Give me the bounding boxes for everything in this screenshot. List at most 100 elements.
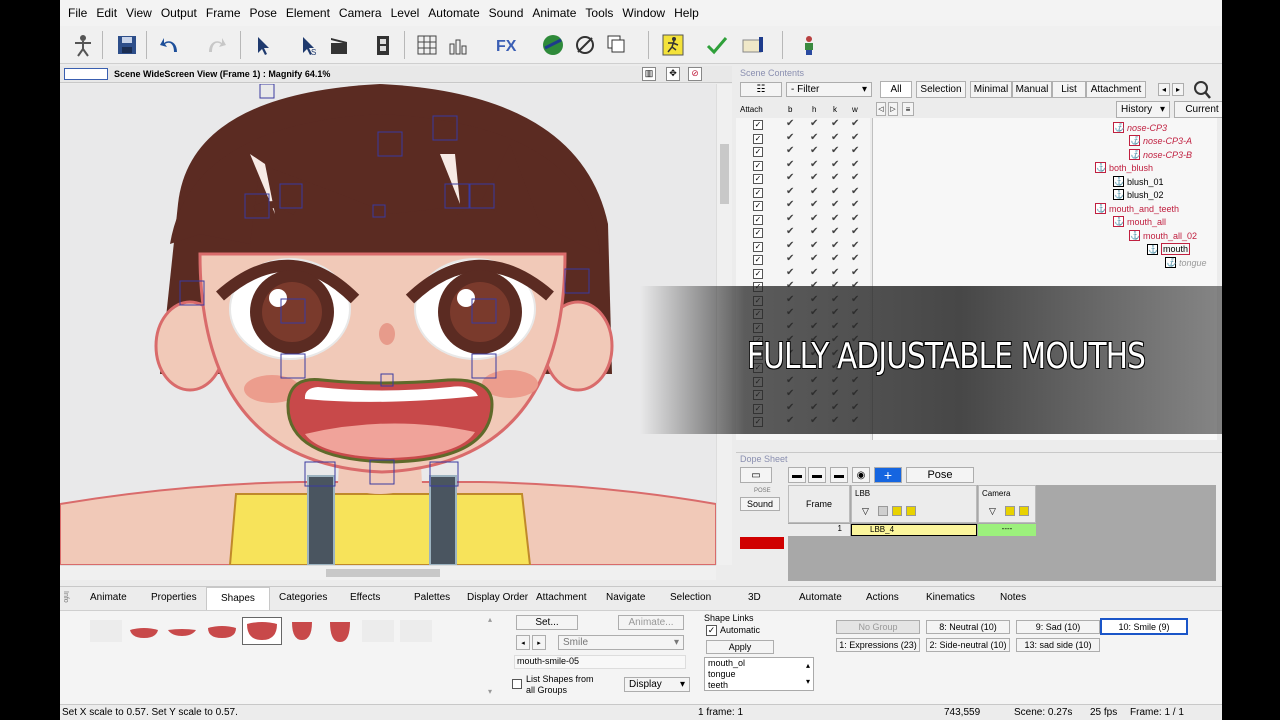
key3-icon[interactable]: ▬ <box>830 467 848 483</box>
visibility-check-icon[interactable]: ✔ <box>786 172 794 183</box>
attach-row[interactable]: ✓ ✔ ✔ ✔ ✔ <box>736 240 870 254</box>
shape-thumb[interactable] <box>206 620 238 642</box>
visibility-check-icon[interactable]: ✔ <box>786 145 794 156</box>
visibility-check-icon[interactable]: ✔ <box>831 213 839 224</box>
visibility-check-icon[interactable]: ✔ <box>831 132 839 143</box>
chart-icon[interactable] <box>446 32 472 58</box>
visibility-check-icon[interactable]: ✔ <box>810 186 818 197</box>
tab-all[interactable]: All <box>880 81 912 98</box>
save-icon[interactable] <box>114 32 140 58</box>
filter-dropdown[interactable]: - Filter ▾ <box>786 82 872 97</box>
visibility-check-icon[interactable]: ✔ <box>786 253 794 264</box>
menu-animate[interactable]: Animate <box>532 6 576 20</box>
visibility-check-icon[interactable]: ✔ <box>831 186 839 197</box>
visibility-check-icon[interactable]: ✔ <box>851 159 859 170</box>
tab-attachment[interactable]: Attachment <box>536 592 587 603</box>
close-icon[interactable]: ⊘ <box>688 67 702 81</box>
visibility-check-icon[interactable]: ✔ <box>810 145 818 156</box>
visibility-check-icon[interactable]: ✔ <box>810 253 818 264</box>
menu-icon[interactable]: ≡ <box>902 102 914 116</box>
attach-checkbox[interactable]: ✓ <box>753 201 763 211</box>
film-icon[interactable] <box>370 32 396 58</box>
visibility-check-icon[interactable]: ✔ <box>851 267 859 278</box>
shape-thumb[interactable] <box>326 618 354 644</box>
tab-selection[interactable]: Selection <box>916 81 966 98</box>
attach-checkbox[interactable]: ✓ <box>753 133 763 144</box>
attach-row[interactable]: ✓ ✔ ✔ ✔ ✔ <box>736 226 870 240</box>
group-sad-side[interactable]: 13: sad side (10) <box>1016 638 1100 652</box>
attach-checkbox[interactable]: ✓ <box>753 147 763 157</box>
list-shapes-checkbox[interactable] <box>512 679 522 689</box>
globe-icon[interactable] <box>540 32 566 58</box>
fx-icon[interactable]: FX <box>494 32 520 58</box>
shape-name-field[interactable]: mouth-smile-05 <box>514 655 686 669</box>
tab-effects[interactable]: Effects <box>350 592 380 603</box>
tree-node[interactable]: ⚓ nose-CP3-B <box>1129 149 1192 160</box>
sound-button[interactable]: Sound <box>740 497 780 511</box>
menu-frame[interactable]: Frame <box>206 6 241 20</box>
attach-checkbox[interactable]: ✓ <box>753 255 763 265</box>
thumbs-scrollbar[interactable]: ▴ ▾ <box>488 615 498 697</box>
tree-node[interactable]: ⚓ mouth_all <box>1113 216 1166 227</box>
shape-thumb[interactable] <box>400 620 432 642</box>
list-up-icon[interactable]: ▴ <box>806 660 810 671</box>
prev-icon[interactable]: ◁ <box>876 102 886 116</box>
scene-horizontal-scrollbar[interactable] <box>60 565 716 580</box>
visibility-check-icon[interactable]: ✔ <box>851 199 859 210</box>
attach-checkbox[interactable]: ✓ <box>753 187 763 198</box>
menu-help[interactable]: Help <box>674 6 699 20</box>
visibility-check-icon[interactable]: ✔ <box>851 132 859 143</box>
tab-selection[interactable]: Selection <box>670 592 711 603</box>
visibility-check-icon[interactable]: ✔ <box>851 226 859 237</box>
redo-icon[interactable] <box>202 32 228 58</box>
next-shape-icon[interactable]: ▸ <box>532 635 546 650</box>
visibility-check-icon[interactable]: ✔ <box>810 159 818 170</box>
visibility-check-icon[interactable]: ✔ <box>831 159 839 170</box>
group-no-group[interactable]: No Group <box>836 620 920 634</box>
visibility-check-icon[interactable]: ✔ <box>851 213 859 224</box>
menu-output[interactable]: Output <box>161 6 197 20</box>
shape-thumb[interactable] <box>362 620 394 642</box>
group-sad[interactable]: 9: Sad (10) <box>1016 620 1100 634</box>
visibility-check-icon[interactable]: ✔ <box>786 186 794 197</box>
tab-animate[interactable]: Animate <box>90 592 127 603</box>
visibility-check-icon[interactable]: ✔ <box>786 213 794 224</box>
eye-icon[interactable]: ◉ <box>852 467 870 483</box>
automatic-checkbox[interactable]: ✓ <box>706 625 717 636</box>
tab-palettes[interactable]: Palettes <box>414 592 450 603</box>
scene-canvas[interactable] <box>60 84 716 565</box>
attach-row[interactable]: ✓ ✔ ✔ ✔ ✔ <box>736 172 870 186</box>
animate-button[interactable]: Animate... <box>618 615 684 630</box>
tab-automate[interactable]: Automate <box>799 592 842 603</box>
menu-file[interactable]: File <box>68 6 87 20</box>
visibility-check-icon[interactable]: ✔ <box>810 118 818 129</box>
attach-row[interactable]: ✓ ✔ ✔ ✔ ✔ <box>736 186 870 200</box>
set-button[interactable]: Set... <box>516 615 578 630</box>
tab-manual[interactable]: Manual <box>1012 81 1052 98</box>
visibility-check-icon[interactable]: ✔ <box>831 145 839 156</box>
clapper-icon[interactable] <box>326 32 352 58</box>
menu-pose[interactable]: Pose <box>250 6 277 20</box>
visibility-check-icon[interactable]: ✔ <box>810 240 818 251</box>
check-icon[interactable] <box>704 32 730 58</box>
icon-d[interactable] <box>1005 506 1015 516</box>
timeline-icon[interactable]: ▭ <box>740 467 772 483</box>
visibility-check-icon[interactable]: ✔ <box>786 199 794 210</box>
visibility-check-icon[interactable]: ✔ <box>851 186 859 197</box>
add-icon[interactable]: + <box>874 467 902 483</box>
camera-cell[interactable]: ---- <box>978 524 1036 536</box>
visibility-check-icon[interactable]: ✔ <box>831 240 839 251</box>
visibility-check-icon[interactable]: ✔ <box>831 267 839 278</box>
group-expressions[interactable]: 1: Expressions (23) <box>836 638 920 652</box>
group-side-neutral[interactable]: 2: Side-neutral (10) <box>926 638 1010 652</box>
tab-shapes[interactable]: Shapes <box>206 587 270 611</box>
visibility-check-icon[interactable]: ✔ <box>810 213 818 224</box>
pointer-icon[interactable] <box>250 32 276 58</box>
icon-a[interactable] <box>878 506 888 516</box>
shape-select[interactable]: Smile ▾ <box>558 635 684 650</box>
key-icon[interactable]: ▬ <box>788 467 806 483</box>
undo-icon[interactable] <box>158 32 184 58</box>
attach-row[interactable]: ✓ ✔ ✔ ✔ ✔ <box>736 267 870 281</box>
menu-element[interactable]: Element <box>286 6 330 20</box>
scene-view-toggle[interactable] <box>64 68 108 80</box>
